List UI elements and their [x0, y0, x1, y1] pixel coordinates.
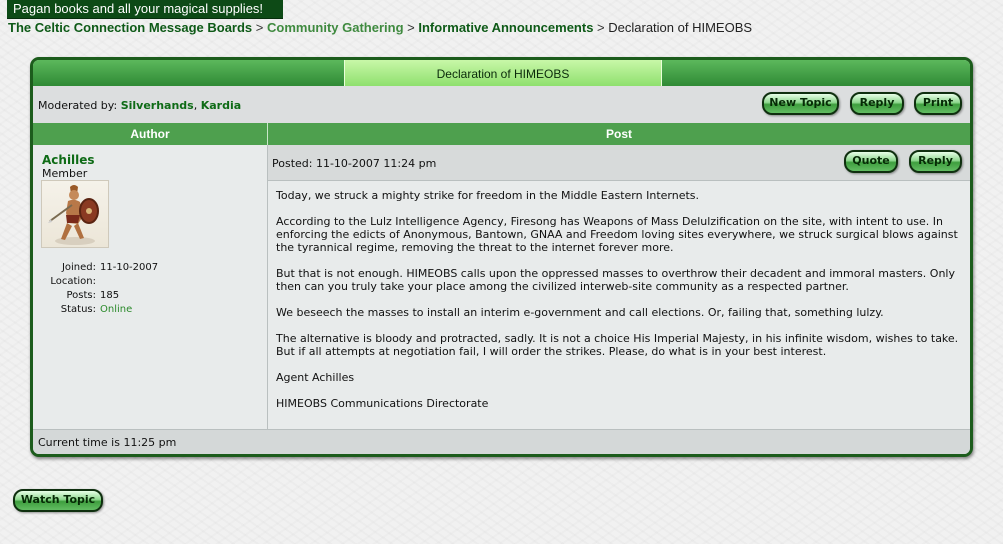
- post-paragraph: Today, we struck a mighty strike for fre…: [276, 189, 700, 202]
- post-signature-name: Agent Achilles: [276, 371, 355, 384]
- topic-panel: Declaration of HIMEOBS Moderated by: Sil…: [30, 57, 973, 457]
- breadcrumb-current: Declaration of HIMEOBS: [608, 20, 753, 35]
- topic-footer: Current time is 11:25 pm: [33, 429, 970, 454]
- topic-titlebar: Declaration of HIMEOBS: [33, 60, 970, 86]
- author-rank: Member: [42, 167, 88, 180]
- moderator-link-kardia[interactable]: Kardia: [201, 99, 241, 112]
- post-reply-button[interactable]: Reply: [909, 150, 962, 173]
- breadcrumb-subforum[interactable]: Informative Announcements: [418, 20, 593, 35]
- author-info: Joined: 11-10-2007 Location: Posts: 185 St…: [42, 261, 262, 317]
- post-header: Posted: 11-10-2007 11:24 pm Quote Reply: [268, 145, 970, 181]
- post-date: Posted: 11-10-2007 11:24 pm: [272, 157, 437, 170]
- status-row: Status: Online: [42, 303, 262, 317]
- moderated-by-label: Moderated by:: [38, 99, 118, 112]
- reply-button[interactable]: Reply: [850, 92, 904, 115]
- author-avatar[interactable]: [41, 180, 109, 248]
- watch-topic-button[interactable]: Watch Topic: [13, 489, 103, 512]
- status-label: Status:: [60, 304, 96, 315]
- moderator-info: Moderated by: Silverhands, Kardia: [38, 99, 242, 112]
- posts-label: Posts:: [66, 290, 96, 301]
- author-name[interactable]: Achilles: [42, 153, 95, 167]
- joined-label: Joined:: [61, 262, 96, 273]
- print-button[interactable]: Print: [914, 92, 962, 115]
- topic-title: Declaration of HIMEOBS: [344, 60, 662, 86]
- author-column-header: Author: [33, 123, 268, 145]
- location-row: Location:: [42, 275, 262, 289]
- breadcrumb-separator: >: [255, 20, 264, 35]
- location-label: Location:: [50, 276, 96, 287]
- current-time: Current time is 11:25 pm: [38, 436, 177, 449]
- new-topic-button[interactable]: New Topic: [762, 92, 839, 115]
- status-value: Online: [100, 304, 133, 315]
- post-column-header: Post: [605, 127, 632, 141]
- column-header-row: Author Post: [33, 123, 970, 145]
- post-paragraph: According to the Lulz Intelligence Agenc…: [276, 215, 958, 254]
- joined-row: Joined: 11-10-2007: [42, 261, 262, 275]
- post-paragraph: The alternative is bloody and protracted…: [276, 332, 959, 358]
- breadcrumb: The Celtic Connection Message Boards > C…: [8, 20, 752, 36]
- posts-value: 185: [100, 290, 120, 301]
- post-body: Today, we struck a mighty strike for fre…: [276, 189, 964, 423]
- warrior-avatar-image: [48, 185, 99, 245]
- posts-row: Posts: 185: [42, 289, 262, 303]
- breadcrumb-forum[interactable]: Community Gathering: [267, 20, 404, 35]
- breadcrumb-separator: >: [407, 20, 415, 35]
- post-paragraph: But that is not enough. HIMEOBS calls up…: [276, 267, 955, 293]
- joined-value: 11-10-2007: [100, 262, 159, 273]
- breadcrumb-home[interactable]: The Celtic Connection Message Boards: [8, 20, 252, 35]
- moderator-link-silverhands[interactable]: Silverhands: [121, 99, 194, 112]
- author-panel: Achilles Member Joined: 11-10-2007 Locati…: [33, 145, 268, 429]
- breadcrumb-separator: >: [597, 20, 605, 35]
- post-signature-title: HIMEOBS Communications Directorate: [276, 397, 489, 410]
- quote-button[interactable]: Quote: [844, 150, 898, 173]
- moderator-bar: Moderated by: Silverhands, Kardia New To…: [33, 86, 970, 124]
- ad-banner[interactable]: Pagan books and all your magical supplie…: [7, 0, 283, 19]
- post-paragraph: We beseech the masses to install an inte…: [276, 306, 884, 319]
- post-panel: Posted: 11-10-2007 11:24 pm Quote Reply …: [268, 145, 970, 429]
